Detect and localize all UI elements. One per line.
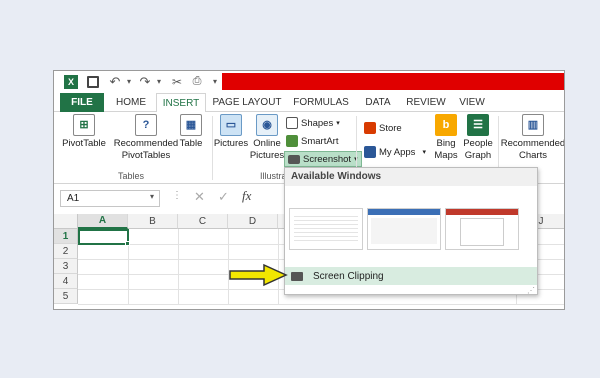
pivottable-icon: ⊞ <box>73 114 95 136</box>
pivottable-button[interactable]: ⊞ PivotTable <box>60 114 108 150</box>
yellow-arrow-pointer <box>229 263 288 287</box>
print-preview-icon[interactable]: ⎙ <box>188 73 206 90</box>
row-header-4[interactable]: 4 <box>54 274 78 289</box>
shapes-label: Shapes <box>301 117 334 129</box>
row-header-1[interactable]: 1 <box>54 229 78 244</box>
grid-line <box>78 304 564 305</box>
my-apps-icon <box>364 146 376 158</box>
bing-maps-icon: b <box>435 114 457 136</box>
group-divider <box>212 116 213 180</box>
redo-dropdown-icon[interactable]: ▾ <box>150 73 168 90</box>
pictures-button[interactable]: ▭ Pictures <box>214 114 248 150</box>
bing-maps-label: Bing Maps <box>434 138 458 161</box>
tab-insert[interactable]: INSERT <box>156 93 206 113</box>
select-all-corner[interactable] <box>54 214 78 229</box>
pictures-label: Pictures <box>213 138 249 149</box>
store-icon <box>364 122 376 134</box>
smartart-icon <box>286 135 298 147</box>
screenshot-icon <box>288 154 300 164</box>
recommended-pivottables-button[interactable]: ? Recommended PivotTables <box>112 114 180 162</box>
enter-icon[interactable]: ✓ <box>218 189 229 205</box>
recommended-charts-label: Recommended Charts <box>500 138 565 161</box>
recommended-charts-icon: ▥ <box>522 114 544 136</box>
row-header-5[interactable]: 5 <box>54 289 78 304</box>
tab-data[interactable]: DATA <box>358 93 398 112</box>
resize-grip-icon[interactable]: ⋰ <box>527 286 535 295</box>
excel-window: X ↶ ▾ ↷ ▾ ✂ ⎙ ▾ FILE HOME INSERT PAGE LA… <box>53 70 565 310</box>
tab-home[interactable]: HOME <box>108 93 154 112</box>
pictures-icon: ▭ <box>220 114 242 136</box>
screenshot-button[interactable]: Screenshot▾ <box>284 151 362 167</box>
window-thumbnail-1[interactable] <box>289 208 363 250</box>
grid-line <box>178 229 179 304</box>
redacted-title-bar <box>222 73 564 90</box>
table-label: Table <box>179 138 203 149</box>
quick-access-toolbar: X ↶ ▾ ↷ ▾ ✂ ⎙ ▾ <box>54 71 564 93</box>
store-label: Store <box>379 122 402 134</box>
store-button[interactable]: Store <box>364 120 402 136</box>
insert-function-icon[interactable]: fx <box>242 188 251 204</box>
column-header-b[interactable]: B <box>128 214 178 229</box>
ribbon-tabs: FILE HOME INSERT PAGE LAYOUT FORMULAS DA… <box>54 93 564 113</box>
cancel-icon[interactable]: ✕ <box>194 189 205 205</box>
screenshot-label: Screenshot <box>303 153 352 165</box>
smartart-button[interactable]: SmartArt <box>286 133 338 149</box>
online-pictures-button[interactable]: ◉ Online Pictures <box>250 114 284 162</box>
row-header-3[interactable]: 3 <box>54 259 78 274</box>
tables-group-label: Tables <box>118 171 145 181</box>
illustrations-group-label: Illustra <box>260 171 287 181</box>
screen-clipping-item[interactable]: Screen Clipping <box>285 267 537 285</box>
row-header-2[interactable]: 2 <box>54 244 78 259</box>
camera-icon[interactable]: ✂ <box>168 73 186 90</box>
people-graph-label: People Graph <box>463 138 493 161</box>
pivottable-label: PivotTable <box>62 138 106 149</box>
my-apps-button[interactable]: My Apps ▾ <box>364 144 426 160</box>
name-box-dropdown-icon[interactable]: ▾ <box>150 192 154 201</box>
tab-formulas[interactable]: FORMULAS <box>290 93 352 112</box>
recommended-pivottables-icon: ? <box>135 114 157 136</box>
smartart-label: SmartArt <box>301 135 339 147</box>
online-pictures-icon: ◉ <box>256 114 278 136</box>
tab-file[interactable]: FILE <box>60 93 104 112</box>
tab-view[interactable]: VIEW <box>454 93 490 112</box>
shapes-button[interactable]: Shapes ▾ <box>286 115 340 131</box>
window-thumbnail-3[interactable] <box>445 208 519 250</box>
tab-review[interactable]: REVIEW <box>404 93 448 112</box>
people-graph-button[interactable]: ☰ People Graph <box>462 114 494 162</box>
active-cell-a1[interactable] <box>78 229 129 245</box>
window-thumbnail-2[interactable] <box>367 208 441 250</box>
fill-handle[interactable] <box>125 241 130 246</box>
screen-clipping-label: Screen Clipping <box>313 270 384 282</box>
table-button[interactable]: ▦ Table <box>174 114 208 150</box>
online-pictures-label: Online Pictures <box>249 138 285 161</box>
table-icon: ▦ <box>180 114 202 136</box>
available-windows-header: Available Windows <box>285 168 537 186</box>
tab-page-layout[interactable]: PAGE LAYOUT <box>210 93 284 112</box>
column-header-a[interactable]: A <box>78 214 128 229</box>
my-apps-label: My Apps <box>379 146 416 158</box>
name-box[interactable]: A1 <box>60 190 160 207</box>
excel-logo-icon: X <box>62 73 80 90</box>
column-header-d[interactable]: D <box>228 214 278 229</box>
recommended-pivottables-label: Recommended PivotTables <box>113 138 179 161</box>
people-graph-icon: ☰ <box>467 114 489 136</box>
save-icon[interactable] <box>84 73 102 90</box>
screen-clipping-icon <box>291 271 303 281</box>
more-icon: ⋮ <box>172 190 182 201</box>
recommended-charts-button[interactable]: ▥ Recommended Charts <box>500 114 565 162</box>
bing-maps-button[interactable]: b Bing Maps <box>430 114 462 162</box>
screenshot-dropdown: Available Windows Screen Clipping ⋰ <box>284 167 538 295</box>
column-header-c[interactable]: C <box>178 214 228 229</box>
shapes-icon <box>286 117 298 129</box>
